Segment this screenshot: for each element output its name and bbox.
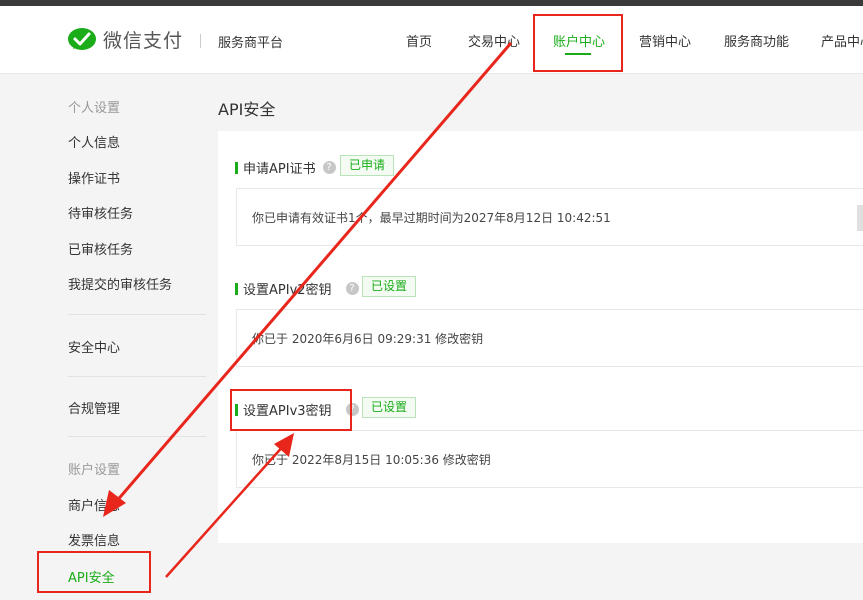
platform-name: 服务商平台 [218,36,284,51]
sidebar-item-reviewed-tasks[interactable]: 已审核任务 [68,239,133,258]
info-text: 你已于 2022年8月15日 10:05:36 修改密钥 [252,453,491,467]
header: 微信支付 服务商平台 首页 交易中心 账户中心 营销中心 服务商功能 产品中心 [0,6,863,74]
section-accent-bar [235,282,238,295]
sidebar-item-invoice-info[interactable]: 发票信息 [68,530,120,549]
status-badge: 已设置 [362,276,417,297]
page-title: API安全 [218,100,276,119]
section-title-apiv2-key: 设置APIv2密钥 ? [235,279,359,298]
info-text: 你已于 2020年6月6日 09:29:31 修改密钥 [252,332,484,346]
sidebar-divider [68,436,206,437]
sidebar-group-account: 账户设置 [68,463,121,478]
action-button[interactable] [857,205,863,231]
sidebar-item-certificate[interactable]: 操作证书 [68,168,120,187]
sidebar-divider [68,314,206,315]
sidebar-item-security-center[interactable]: 安全中心 [68,337,120,356]
nav-transactions[interactable]: 交易中心 [468,31,520,50]
sidebar: 个人设置 个人信息 操作证书 待审核任务 已审核任务 我提交的审核任务 安全中心… [0,75,206,600]
sidebar-item-pending-tasks[interactable]: 待审核任务 [68,203,133,222]
section-title-api-certificate: 申请API证书 ? [235,158,336,177]
sidebar-item-my-submitted-tasks[interactable]: 我提交的审核任务 [68,274,172,293]
info-box-apiv3-key: 你已于 2022年8月15日 10:05:36 修改密钥 [236,430,863,488]
question-mark-icon[interactable]: ? [322,161,336,174]
header-divider [200,34,201,48]
status-badge: 已设置 [362,397,417,418]
sidebar-item-compliance[interactable]: 合规管理 [68,398,120,417]
section-title-text: 设置APIv2密钥 [243,283,332,298]
nav-home[interactable]: 首页 [406,31,432,50]
brand-name: 微信支付 [103,30,184,52]
brand-logo[interactable]: 微信支付 [67,26,183,53]
nav-products[interactable]: 产品中心 [821,31,863,50]
highlight-box-apiv3-key [230,389,352,431]
status-badge: 已申请 [340,155,395,176]
sidebar-item-personal-info[interactable]: 个人信息 [68,132,120,151]
sidebar-group-personal: 个人设置 [68,101,121,116]
sidebar-item-merchant-info[interactable]: 商户信息 [68,495,120,514]
nav-provider-functions[interactable]: 服务商功能 [724,31,789,50]
highlight-box-account-center [533,14,623,72]
section-accent-bar [235,161,238,174]
wechat-pay-logo-icon [67,27,97,53]
info-text: 你已申请有效证书1个，最早过期时间为2027年8月12日 10:42:51 [252,211,611,225]
highlight-box-api-security [37,551,151,593]
question-mark-icon[interactable]: ? [345,282,359,295]
info-box-api-certificate: 你已申请有效证书1个，最早过期时间为2027年8月12日 10:42:51 [236,188,863,246]
sidebar-divider [68,376,206,377]
nav-marketing[interactable]: 营销中心 [639,31,691,50]
info-box-apiv2-key: 你已于 2020年6月6日 09:29:31 修改密钥 [236,309,863,367]
section-title-text: 申请API证书 [243,162,316,177]
